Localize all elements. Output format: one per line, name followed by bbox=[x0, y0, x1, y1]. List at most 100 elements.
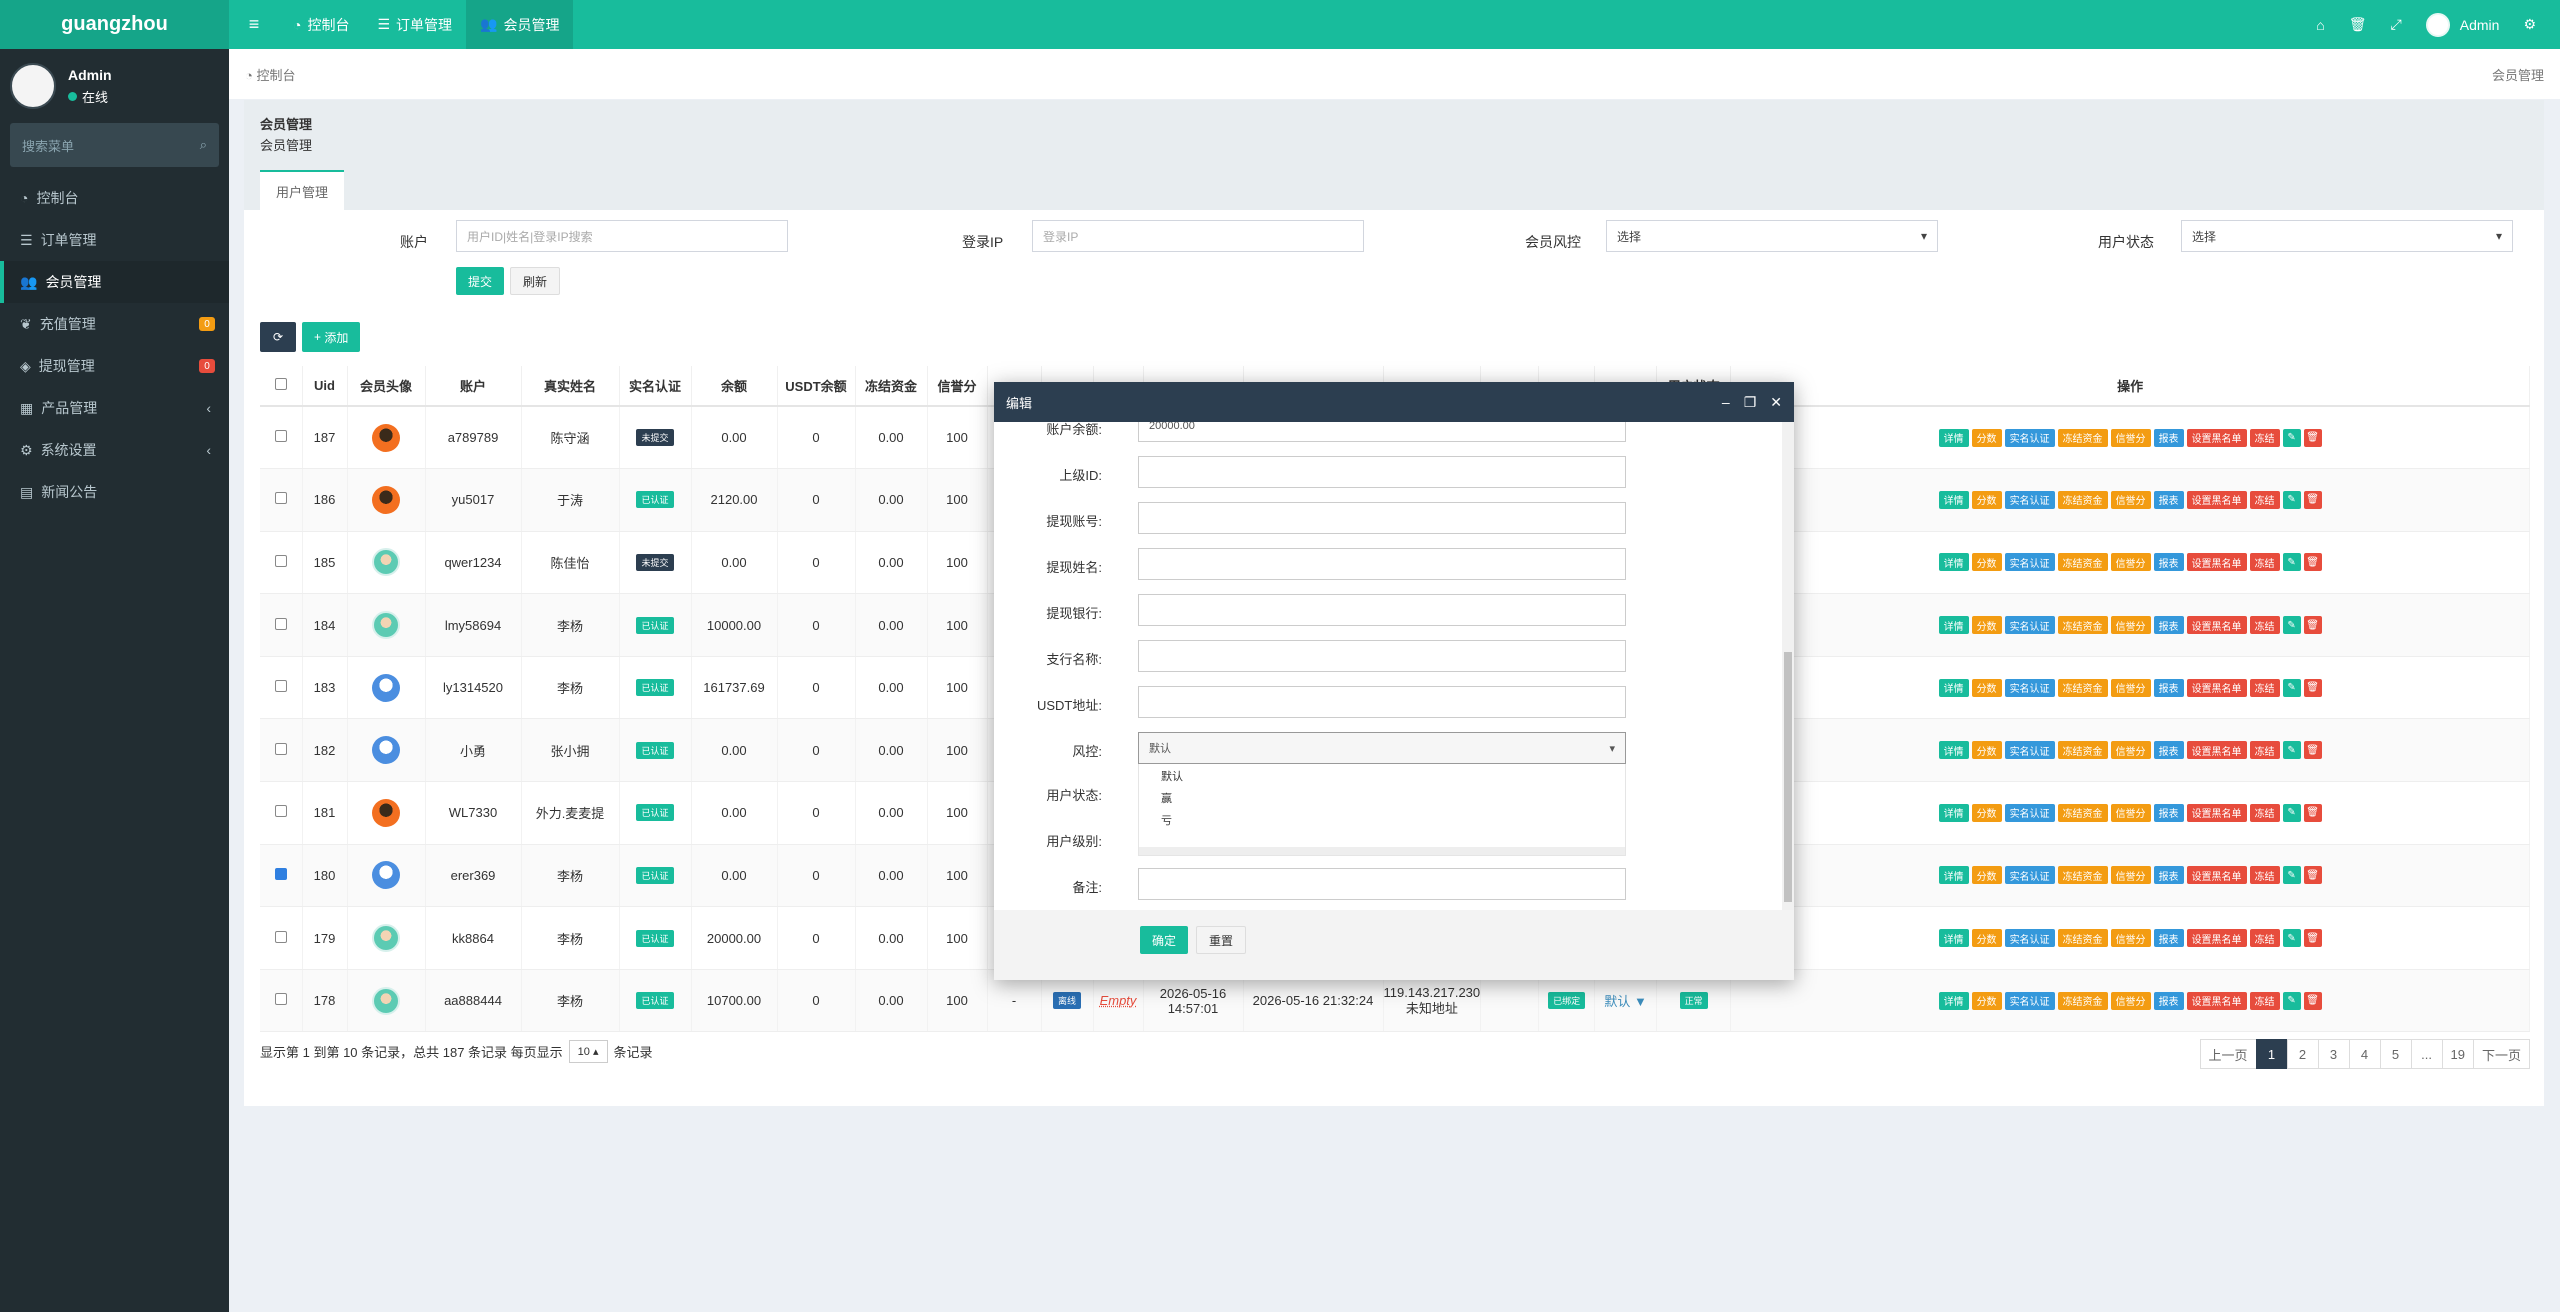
header-user[interactable]: Admin bbox=[2425, 12, 2499, 37]
op-button[interactable]: 分数 bbox=[1971, 866, 2002, 885]
column-header[interactable]: 实名认证 bbox=[619, 366, 692, 407]
edit-icon[interactable]: ✎ bbox=[2282, 616, 2301, 635]
column-header[interactable]: 冻结资金 bbox=[855, 366, 928, 407]
dropdown-option[interactable]: 赢 bbox=[1139, 786, 1625, 808]
dropdown-option[interactable]: 默认 bbox=[1139, 764, 1625, 786]
op-button[interactable]: 报表 bbox=[2153, 929, 2184, 948]
tab-user-management[interactable]: 用户管理 bbox=[260, 170, 345, 211]
row-checkbox[interactable] bbox=[260, 906, 303, 970]
op-button[interactable]: 信誉分 bbox=[2110, 616, 2151, 635]
op-button[interactable]: 报表 bbox=[2153, 991, 2184, 1010]
op-button[interactable]: 详情 bbox=[1938, 866, 1969, 885]
op-button[interactable]: 实名认证 bbox=[2004, 741, 2055, 760]
column-header[interactable]: USDT余额 bbox=[777, 366, 856, 407]
prev-page-button[interactable]: 上一页 bbox=[2199, 1039, 2257, 1069]
row-checkbox[interactable] bbox=[260, 969, 303, 1033]
row-checkbox[interactable] bbox=[260, 593, 303, 657]
op-button[interactable]: 信誉分 bbox=[2110, 428, 2151, 447]
op-button[interactable]: 信誉分 bbox=[2110, 866, 2151, 885]
refresh-filter-button[interactable]: 刷新 bbox=[510, 267, 561, 295]
row-checkbox[interactable] bbox=[260, 781, 303, 845]
scrollbar-thumb[interactable] bbox=[1784, 652, 1792, 902]
search-icon[interactable]: ⌕ bbox=[200, 137, 207, 153]
top-tab-members[interactable]: 👥 会员管理 bbox=[466, 0, 574, 49]
op-button[interactable]: 报表 bbox=[2153, 866, 2184, 885]
page-button[interactable]: 3 bbox=[2317, 1039, 2350, 1069]
op-button[interactable]: 冻结 bbox=[2249, 991, 2280, 1010]
page-button[interactable]: 5 bbox=[2379, 1039, 2412, 1069]
sidebar-item-4[interactable]: ◈ 提现管理 0 bbox=[0, 345, 229, 387]
op-button[interactable]: 分数 bbox=[1971, 428, 2002, 447]
edit-icon[interactable]: ✎ bbox=[2282, 929, 2301, 948]
delete-icon[interactable]: 🗑 bbox=[2303, 428, 2322, 447]
op-button[interactable]: 信誉分 bbox=[2110, 741, 2151, 760]
op-button[interactable]: 分数 bbox=[1971, 553, 2002, 572]
page-button[interactable]: 1 bbox=[2255, 1039, 2288, 1069]
op-button[interactable]: 信誉分 bbox=[2110, 803, 2151, 822]
op-button[interactable]: 冻结资金 bbox=[2057, 678, 2108, 697]
op-button[interactable]: 冻结资金 bbox=[2057, 616, 2108, 635]
op-button[interactable]: 详情 bbox=[1938, 616, 1969, 635]
column-header[interactable]: Uid bbox=[302, 366, 348, 407]
close-icon[interactable]: ✕ bbox=[1770, 394, 1782, 411]
op-button[interactable]: 分数 bbox=[1971, 616, 2002, 635]
delete-icon[interactable]: 🗑 bbox=[2303, 803, 2322, 822]
sidebar-item-5[interactable]: ▦ 产品管理 ‹ bbox=[0, 387, 229, 429]
page-button[interactable]: 2 bbox=[2286, 1039, 2319, 1069]
edit-icon[interactable]: ✎ bbox=[2282, 991, 2301, 1010]
refresh-icon[interactable]: ⟳ bbox=[260, 322, 296, 352]
op-button[interactable]: 信誉分 bbox=[2110, 991, 2151, 1010]
op-button[interactable]: 冻结 bbox=[2249, 866, 2280, 885]
page-size-select[interactable]: 10 ▴ bbox=[568, 1040, 608, 1063]
op-button[interactable]: 冻结 bbox=[2249, 616, 2280, 635]
op-button[interactable]: 实名认证 bbox=[2004, 553, 2055, 572]
row-checkbox[interactable] bbox=[260, 656, 303, 720]
row-checkbox[interactable] bbox=[260, 406, 303, 470]
delete-icon[interactable]: 🗑 bbox=[2303, 741, 2322, 760]
op-button[interactable]: 实名认证 bbox=[2004, 428, 2055, 447]
op-button[interactable]: 详情 bbox=[1938, 678, 1969, 697]
op-button[interactable]: 实名认证 bbox=[2004, 803, 2055, 822]
sidebar-search-input[interactable]: 搜索菜单 ⌕ bbox=[10, 123, 219, 167]
reset-button[interactable]: 重置 bbox=[1196, 926, 1247, 954]
op-button[interactable]: 分数 bbox=[1971, 991, 2002, 1010]
sidebar-toggle-icon[interactable]: ≡ bbox=[229, 14, 279, 35]
column-header[interactable]: 信誉分 bbox=[927, 366, 988, 407]
op-button[interactable]: 报表 bbox=[2153, 616, 2184, 635]
op-button[interactable]: 冻结资金 bbox=[2057, 991, 2108, 1010]
op-button[interactable]: 设置黑名单 bbox=[2186, 741, 2247, 760]
edit-icon[interactable]: ✎ bbox=[2282, 803, 2301, 822]
delete-icon[interactable]: 🗑 bbox=[2303, 866, 2322, 885]
op-button[interactable]: 报表 bbox=[2153, 490, 2184, 509]
op-button[interactable]: 详情 bbox=[1938, 741, 1969, 760]
field-input[interactable] bbox=[1138, 502, 1626, 534]
op-button[interactable]: 设置黑名单 bbox=[2186, 428, 2247, 447]
field-input[interactable] bbox=[1138, 640, 1626, 672]
op-button[interactable]: 详情 bbox=[1938, 428, 1969, 447]
op-button[interactable]: 冻结 bbox=[2249, 741, 2280, 760]
op-button[interactable]: 设置黑名单 bbox=[2186, 929, 2247, 948]
op-button[interactable]: 报表 bbox=[2153, 553, 2184, 572]
op-button[interactable]: 设置黑名单 bbox=[2186, 866, 2247, 885]
field-input[interactable] bbox=[1138, 594, 1626, 626]
level-link[interactable]: 默认 ▼ bbox=[1604, 994, 1646, 1009]
column-header[interactable]: 账户 bbox=[425, 366, 522, 407]
op-button[interactable]: 信誉分 bbox=[2110, 553, 2151, 572]
edit-icon[interactable]: ✎ bbox=[2282, 741, 2301, 760]
gear-icon[interactable]: ⚙ bbox=[2523, 16, 2536, 33]
op-button[interactable]: 冻结资金 bbox=[2057, 866, 2108, 885]
column-header[interactable]: 会员头像 bbox=[347, 366, 426, 407]
field-input[interactable] bbox=[1138, 548, 1626, 580]
op-button[interactable]: 冻结资金 bbox=[2057, 553, 2108, 572]
row-checkbox[interactable] bbox=[260, 844, 303, 908]
page-button[interactable]: 4 bbox=[2348, 1039, 2381, 1069]
modal-scrollbar[interactable] bbox=[1782, 422, 1794, 910]
remark-input[interactable] bbox=[1138, 868, 1626, 900]
op-button[interactable]: 详情 bbox=[1938, 490, 1969, 509]
modal-title-bar[interactable]: 编辑 – ❐ ✕ bbox=[994, 382, 1794, 422]
minimize-icon[interactable]: – bbox=[1722, 394, 1730, 411]
next-page-button[interactable]: 下一页 bbox=[2472, 1039, 2530, 1069]
ip-search-input[interactable]: 登录IP bbox=[1032, 220, 1364, 252]
op-button[interactable]: 信誉分 bbox=[2110, 929, 2151, 948]
dropdown-option[interactable]: 亏 bbox=[1139, 808, 1625, 830]
